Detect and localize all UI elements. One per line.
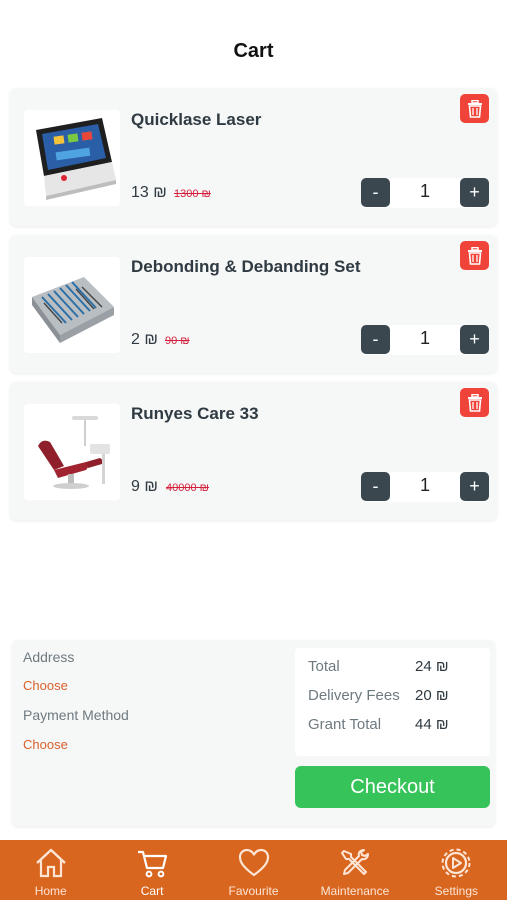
- tab-label: Favourite: [228, 884, 279, 898]
- tab-maintenance[interactable]: Maintenance: [304, 840, 405, 900]
- product-name[interactable]: Debonding & Debanding Set: [131, 257, 361, 277]
- bottom-tab-bar: Home Cart Favourite Maintenance Settings: [0, 840, 507, 900]
- home-icon: [35, 848, 66, 878]
- gear-icon: [441, 848, 471, 878]
- product-price: 2 ₪: [131, 331, 158, 348]
- increase-button[interactable]: +: [460, 178, 489, 207]
- tab-label: Maintenance: [320, 884, 390, 898]
- page-title: Cart: [233, 40, 274, 62]
- tab-cart[interactable]: Cart: [101, 840, 202, 900]
- tab-favourite[interactable]: Favourite: [203, 840, 304, 900]
- trash-icon: [467, 246, 482, 265]
- totals-box: Total 24 ₪ Delivery Fees 20 ₪ Grant Tota…: [295, 648, 490, 756]
- instrument-set-image: [32, 277, 114, 343]
- decrease-button[interactable]: -: [361, 325, 390, 354]
- tab-settings[interactable]: Settings: [406, 840, 507, 900]
- product-old-price: 1300 ₪: [174, 188, 211, 200]
- product-old-price: 40000 ₪: [166, 482, 209, 494]
- tab-label: Settings: [434, 884, 478, 898]
- checkout-button[interactable]: Checkout: [295, 766, 490, 808]
- tools-icon: [340, 849, 369, 875]
- total-value: 24 ₪: [415, 658, 449, 675]
- cart-icon: [138, 850, 168, 878]
- address-choose-link[interactable]: Choose: [23, 678, 68, 693]
- order-summary: Address Choose Payment Method Choose Tot…: [12, 640, 495, 826]
- delete-button[interactable]: [460, 388, 489, 417]
- decrease-button[interactable]: -: [361, 178, 390, 207]
- quantity-value: 1: [419, 475, 430, 495]
- delete-button[interactable]: [460, 241, 489, 270]
- payment-method-label: Payment Method: [23, 707, 129, 723]
- tab-label: Home: [34, 884, 67, 898]
- tab-home[interactable]: Home: [0, 840, 101, 900]
- heart-icon: [238, 848, 269, 877]
- product-name[interactable]: Runyes Care 33: [131, 404, 259, 424]
- laser-device-image: [36, 118, 116, 200]
- quantity-stepper: - 1 +: [361, 178, 489, 208]
- payment-choose-link[interactable]: Choose: [23, 737, 68, 752]
- tab-label: Cart: [140, 884, 164, 898]
- cart-item: Quicklase Laser 13 ₪ 1300 ₪ - 1 +: [10, 88, 497, 226]
- product-image[interactable]: [24, 110, 120, 206]
- cart-item: Runyes Care 33 9 ₪ 40000 ₪ - 1 +: [10, 382, 497, 520]
- product-price: 13 ₪: [131, 184, 167, 201]
- product-price: 9 ₪: [131, 478, 158, 495]
- grant-total-value: 44 ₪: [415, 716, 449, 733]
- decrease-button[interactable]: -: [361, 472, 390, 501]
- grant-total-label: Grant Total: [308, 716, 382, 733]
- increase-button[interactable]: +: [460, 472, 489, 501]
- increase-button[interactable]: +: [460, 325, 489, 354]
- dental-chair-image: [38, 416, 110, 489]
- delivery-fees-value: 20 ₪: [415, 687, 449, 704]
- product-image[interactable]: [24, 257, 120, 353]
- delete-button[interactable]: [460, 94, 489, 123]
- product-name[interactable]: Quicklase Laser: [131, 110, 261, 130]
- quantity-value: 1: [419, 328, 430, 348]
- quantity-value: 1: [419, 181, 430, 201]
- address-label: Address: [23, 649, 75, 665]
- quantity-stepper: - 1 +: [361, 325, 489, 355]
- quantity-stepper: - 1 +: [361, 472, 489, 502]
- total-label: Total: [308, 658, 340, 675]
- delivery-fees-label: Delivery Fees: [308, 687, 400, 704]
- cart-item: Debonding & Debanding Set 2 ₪ 90 ₪ - 1 +: [10, 235, 497, 373]
- trash-icon: [467, 99, 482, 118]
- product-image[interactable]: [24, 404, 120, 500]
- trash-icon: [467, 393, 482, 412]
- product-old-price: 90 ₪: [165, 335, 190, 347]
